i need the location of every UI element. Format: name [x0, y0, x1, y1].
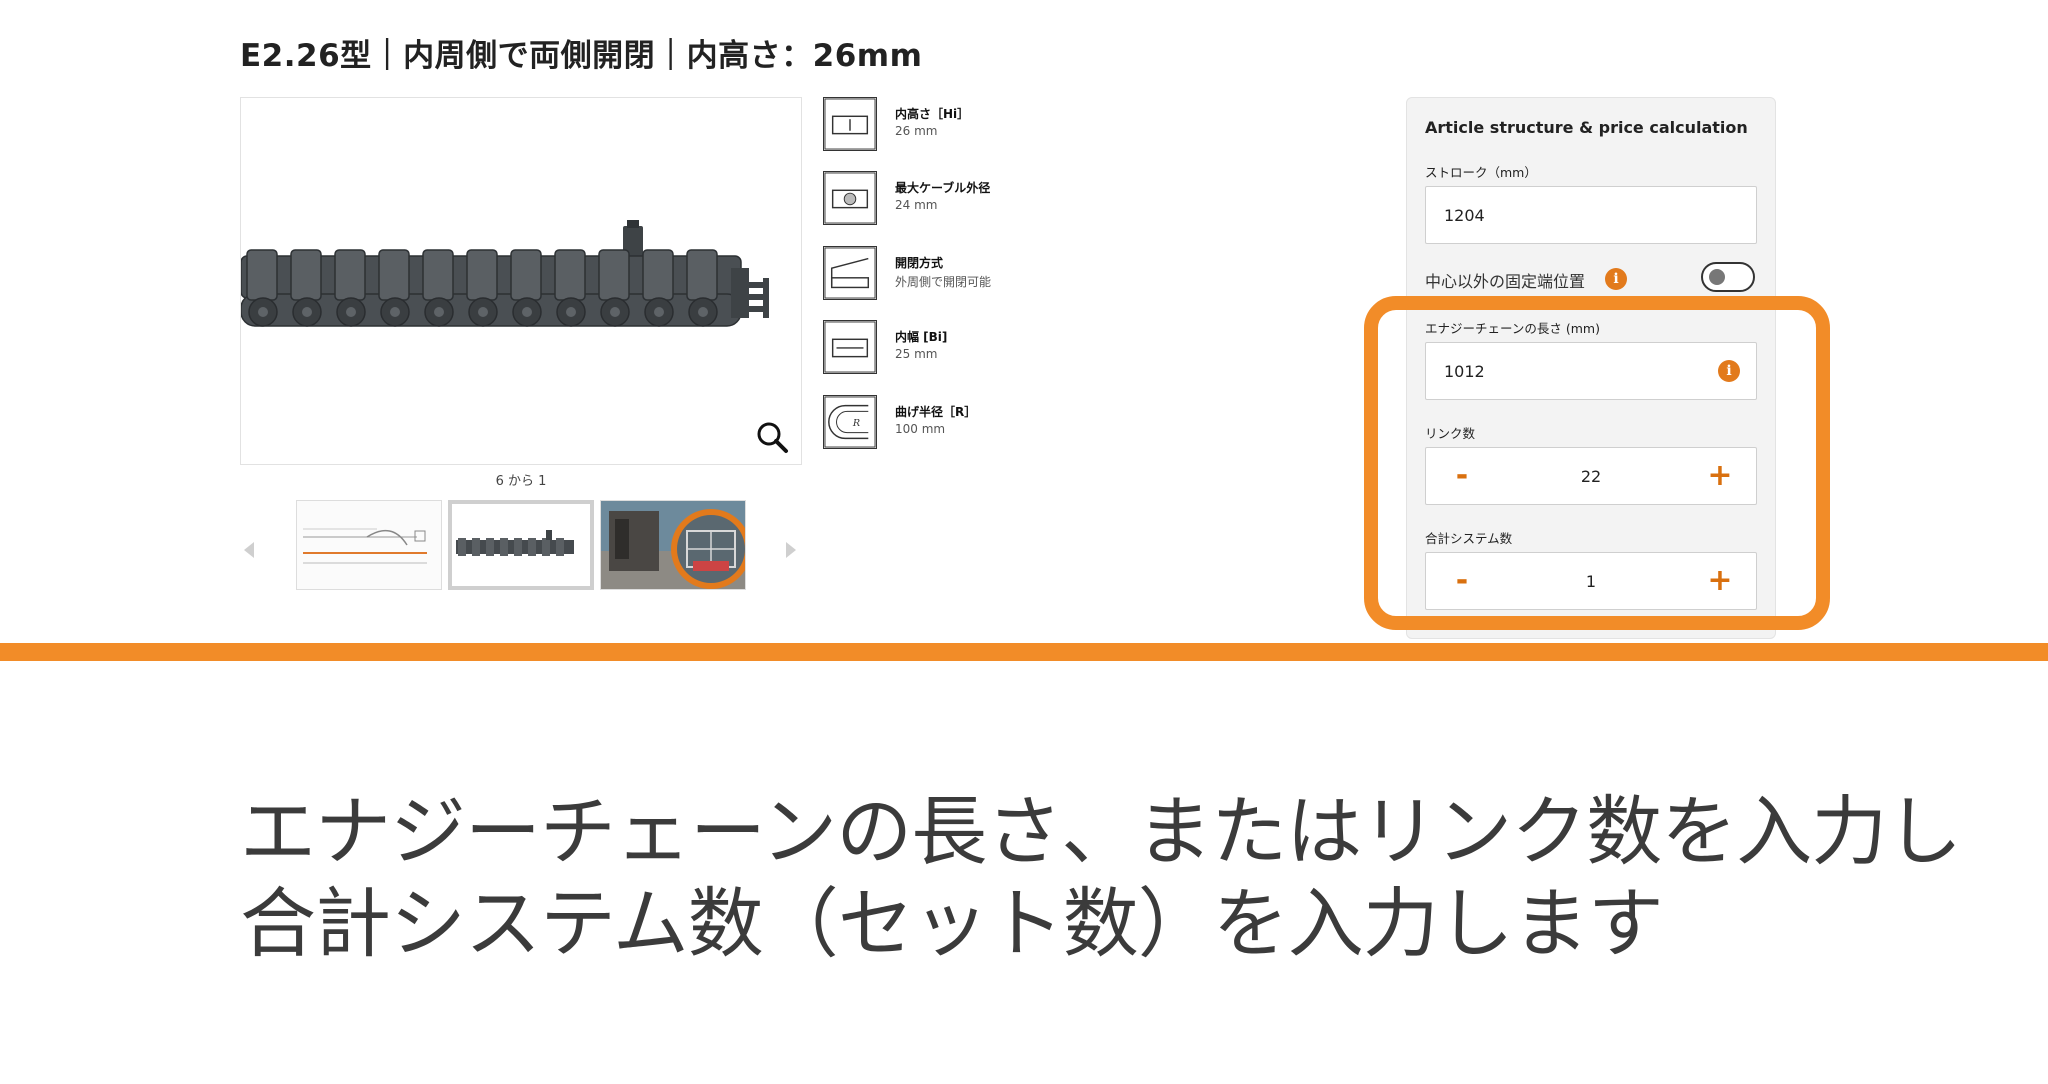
- panel-title: Article structure & price calculation: [1425, 118, 1748, 137]
- orange-divider: [0, 643, 2048, 661]
- spec-value: 外周側で開閉可能: [895, 275, 992, 289]
- toggle-knob: [1709, 269, 1725, 285]
- zoom-icon[interactable]: [753, 418, 793, 458]
- spec-label: 曲げ半径［R］: [895, 405, 977, 419]
- stroke-value: 1204: [1444, 206, 1485, 225]
- price-calculation-panel: Article structure & price calculation スト…: [1406, 97, 1776, 639]
- spec-value: 24 mm: [895, 198, 938, 212]
- inner-height-icon: [823, 97, 877, 151]
- opening-type-icon: [823, 246, 877, 300]
- links-label: リンク数: [1425, 426, 1476, 441]
- inner-width-icon: [823, 320, 877, 374]
- chain-length-label: エナジーチェーンの長さ (mm): [1425, 321, 1600, 336]
- spec-label: 最大ケーブル外径: [895, 181, 991, 195]
- stroke-label: ストローク（mm）: [1425, 165, 1537, 180]
- fixed-point-toggle[interactable]: [1701, 262, 1755, 292]
- spec-value: 100 mm: [895, 422, 946, 436]
- page-title: E2.26型｜内周側で両側開閉｜内高さ：26mm: [240, 38, 923, 74]
- cable-diameter-icon: [823, 171, 877, 225]
- spec-bend-radius: R 曲げ半径［R］ 100 mm: [823, 395, 1123, 451]
- spec-label: 内高さ［Hi］: [895, 107, 970, 121]
- spec-inner-height: 内高さ［Hi］ 26 mm: [823, 97, 1123, 153]
- thumb-prev-arrow-icon[interactable]: [240, 540, 260, 560]
- chain-length-input[interactable]: 1012 i: [1425, 342, 1757, 400]
- image-counter: 6 から 1: [495, 474, 547, 489]
- spec-opening-type: 開閉方式 外周側で開閉可能: [823, 246, 1123, 302]
- systems-label: 合計システム数: [1425, 531, 1513, 546]
- systems-plus-button[interactable]: +: [1700, 561, 1740, 601]
- energy-chain-illustration: [241, 220, 769, 327]
- chain-length-value: 1012: [1444, 362, 1485, 381]
- spec-label: 開閉方式: [895, 256, 944, 270]
- spec-label: 内幅 [Bi]: [895, 330, 948, 344]
- info-icon[interactable]: i: [1605, 268, 1627, 290]
- caption-line-2: 合計システム数（セット数）を入力します: [240, 879, 1664, 968]
- spec-value: 26 mm: [895, 124, 938, 138]
- info-icon[interactable]: i: [1718, 360, 1740, 382]
- spec-value: 25 mm: [895, 347, 938, 361]
- spec-max-cable-diameter: 最大ケーブル外径 24 mm: [823, 171, 1123, 227]
- systems-stepper: - 1 +: [1425, 552, 1757, 610]
- stroke-input[interactable]: 1204: [1425, 186, 1757, 244]
- bend-radius-icon: R: [823, 395, 877, 449]
- links-stepper: - 22 +: [1425, 447, 1757, 505]
- fixed-point-label: 中心以外の固定端位置: [1425, 272, 1586, 291]
- thumbnail-drawing[interactable]: [296, 500, 442, 590]
- thumb-next-arrow-icon[interactable]: [780, 540, 800, 560]
- spec-inner-width: 内幅 [Bi] 25 mm: [823, 320, 1123, 376]
- links-plus-button[interactable]: +: [1700, 456, 1740, 496]
- thumbnail-installation-photo[interactable]: [600, 500, 746, 590]
- product-main-image[interactable]: [240, 97, 802, 465]
- svg-text:R: R: [852, 418, 860, 429]
- thumbnail-chain[interactable]: [448, 500, 594, 590]
